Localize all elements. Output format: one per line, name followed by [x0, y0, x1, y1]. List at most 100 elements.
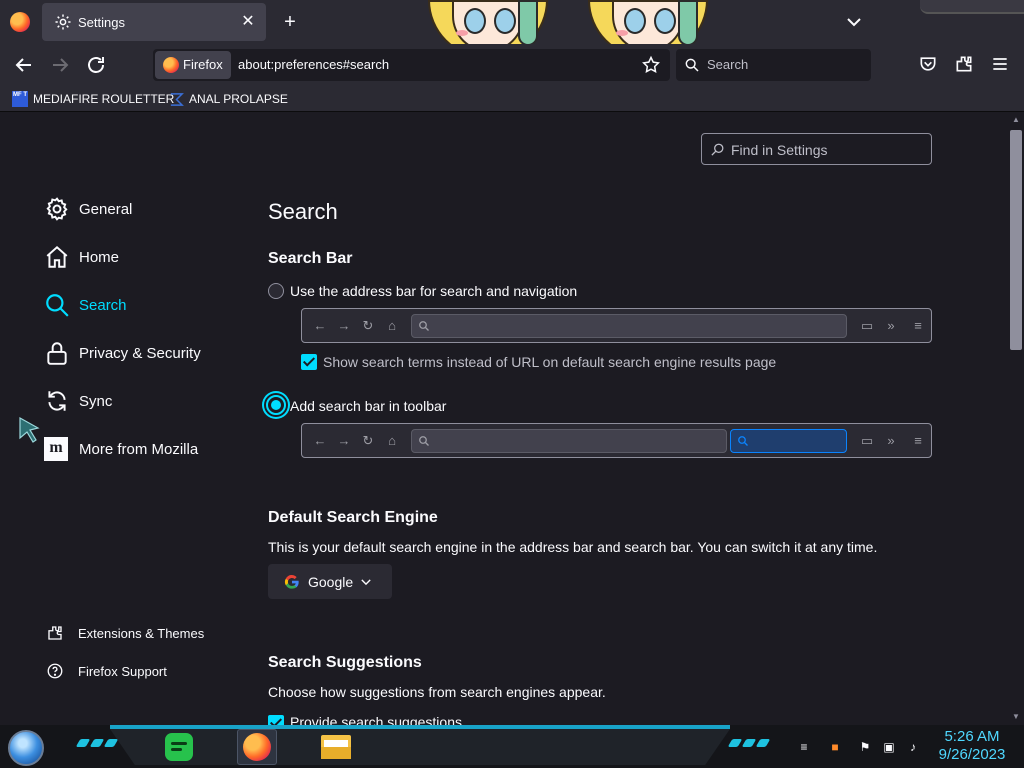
settings-page: Find in Settings General Home Search Pri… [0, 113, 1008, 725]
address-bar-preview: ← → ↻ ⌂ ▭ » ≡ [301, 308, 932, 343]
category-label: Privacy & Security [79, 344, 201, 362]
scroll-up-arrow-icon[interactable]: ▲ [1010, 115, 1022, 125]
google-icon [284, 574, 299, 589]
extensions-puzzle-icon[interactable] [954, 54, 974, 74]
close-icon[interactable]: ✕ [238, 12, 258, 32]
taskbar-app-explorer[interactable] [316, 729, 356, 765]
search-icon [738, 436, 748, 446]
search-icon [419, 436, 429, 446]
link-label: Extensions & Themes [78, 625, 205, 641]
tab-settings[interactable]: Settings ✕ [42, 3, 266, 41]
bookmark-item[interactable]: ANAL PROLAPSE [169, 89, 288, 109]
scrollbar-thumb[interactable] [1010, 130, 1022, 350]
bookmark-item[interactable]: MF T MEDIAFIRE ROULETTER [12, 89, 174, 109]
show-search-terms-label[interactable]: Show search terms instead of URL on defa… [323, 354, 776, 370]
bookmark-label: MEDIAFIRE ROULETTER [33, 92, 175, 106]
suggestions-heading: Search Suggestions [268, 654, 422, 671]
selected-engine: Google [308, 573, 354, 590]
overflow-chevron-icon: » [887, 318, 895, 333]
clock-date: 9/26/2023 [938, 746, 1006, 763]
default-engine-description: This is your default search engine in th… [268, 539, 878, 555]
hamburger-menu-icon[interactable] [990, 54, 1010, 74]
overflow-chevron-icon: » [887, 433, 895, 448]
taskbar-decoration-left [75, 739, 119, 749]
back-arrow-icon: ← [313, 318, 327, 333]
action-center-flag-icon[interactable]: ⚑ [857, 739, 873, 755]
radio-toolbar-search-label[interactable]: Add search bar in toolbar [290, 398, 446, 414]
back-arrow-icon[interactable] [12, 53, 36, 77]
url-text[interactable]: about:preferences#search [238, 57, 389, 72]
link-label: Firefox Support [78, 663, 167, 679]
preview-url-bar [411, 314, 847, 338]
extensions-themes-link[interactable]: Extensions & Themes [46, 622, 204, 644]
chevron-down-icon[interactable] [844, 12, 864, 32]
preview-search-box [730, 429, 847, 453]
category-label: Sync [79, 392, 113, 410]
taskbar-app-firefox[interactable] [237, 729, 277, 765]
category-privacy-security[interactable]: Privacy & Security [44, 336, 201, 370]
bookmark-label: ANAL PROLAPSE [189, 92, 288, 106]
tab-title: Settings [78, 15, 125, 30]
window-controls[interactable] [920, 0, 1024, 14]
bookmark-star-icon[interactable] [641, 55, 661, 75]
find-placeholder: Find in Settings [731, 142, 828, 158]
back-arrow-icon: ← [313, 433, 327, 448]
taskbar: ≡ ■ ⚑ ▣ ♪ 5:26 AM 9/26/2023 [0, 725, 1024, 768]
folder-icon [321, 735, 351, 759]
category-label: More from Mozilla [79, 440, 199, 458]
taskbar-accent-band [110, 725, 730, 729]
start-orb-icon[interactable] [8, 730, 44, 766]
toolbar-search-bar[interactable]: Search [676, 49, 871, 81]
taskbar-app-notes[interactable] [159, 729, 199, 765]
identity-label: Firefox [183, 57, 223, 72]
sidebar-icon: ▭ [860, 318, 874, 333]
network-icon[interactable]: ▣ [881, 739, 897, 755]
firefox-support-link[interactable]: Firefox Support [46, 660, 167, 682]
clock-time: 5:26 AM [944, 728, 1000, 745]
search-icon [711, 143, 724, 156]
url-bar[interactable]: Firefox about:preferences#search [153, 49, 670, 81]
show-search-terms-checkbox[interactable] [301, 354, 317, 370]
category-sync[interactable]: Sync [44, 384, 112, 418]
default-engine-select[interactable]: Google [268, 564, 392, 599]
radio-address-bar-label[interactable]: Use the address bar for search and navig… [290, 283, 577, 299]
category-general[interactable]: General [44, 192, 132, 226]
tab-strip: Settings ✕ + [0, 0, 1024, 58]
suggestions-description: Choose how suggestions from search engin… [268, 684, 606, 700]
new-tab-button[interactable]: + [279, 11, 301, 33]
preview-url-bar [411, 429, 727, 453]
forward-arrow-icon[interactable] [48, 53, 72, 77]
search-icon [46, 294, 69, 317]
radio-toolbar-search[interactable] [266, 395, 286, 415]
volume-icon[interactable]: ♪ [905, 739, 921, 755]
category-more-from-mozilla[interactable]: m More from Mozilla [44, 432, 198, 466]
search-icon [685, 58, 699, 72]
hamburger-menu-icon: ≡ [914, 433, 922, 448]
system-clock[interactable]: 5:26 AM 9/26/2023 [932, 728, 1012, 764]
bookmarks-toolbar: MF T MEDIAFIRE ROULETTER ANAL PROLAPSE [0, 85, 1024, 112]
tray-app-icon[interactable]: ■ [827, 739, 843, 755]
home-icon: ⌂ [388, 318, 396, 333]
category-search[interactable]: Search [44, 288, 127, 322]
forward-arrow-icon: → [337, 433, 351, 448]
taskbar-panel [110, 729, 730, 765]
home-icon [46, 245, 68, 268]
puzzle-icon [48, 626, 62, 640]
find-in-settings-input[interactable]: Find in Settings [701, 133, 932, 165]
category-home[interactable]: Home [44, 240, 119, 274]
help-icon [47, 663, 63, 679]
firefox-logo-icon[interactable] [10, 12, 30, 32]
tray-overflow-icon[interactable]: ≡ [796, 739, 812, 755]
chevron-down-icon [361, 578, 371, 585]
reload-icon[interactable] [84, 53, 108, 77]
forward-arrow-icon: → [337, 318, 351, 333]
provide-suggestions-label[interactable]: Provide search suggestions [290, 714, 462, 725]
toolbar-search-preview: ← → ↻ ⌂ ▭ » ≡ [301, 423, 932, 458]
gear-icon [46, 197, 68, 221]
radio-address-bar[interactable] [268, 283, 284, 299]
scroll-down-arrow-icon[interactable]: ▼ [1010, 712, 1022, 722]
identity-box[interactable]: Firefox [155, 51, 231, 79]
search-placeholder: Search [707, 57, 749, 72]
provide-suggestions-checkbox[interactable] [268, 715, 284, 725]
pocket-icon[interactable] [918, 54, 938, 74]
